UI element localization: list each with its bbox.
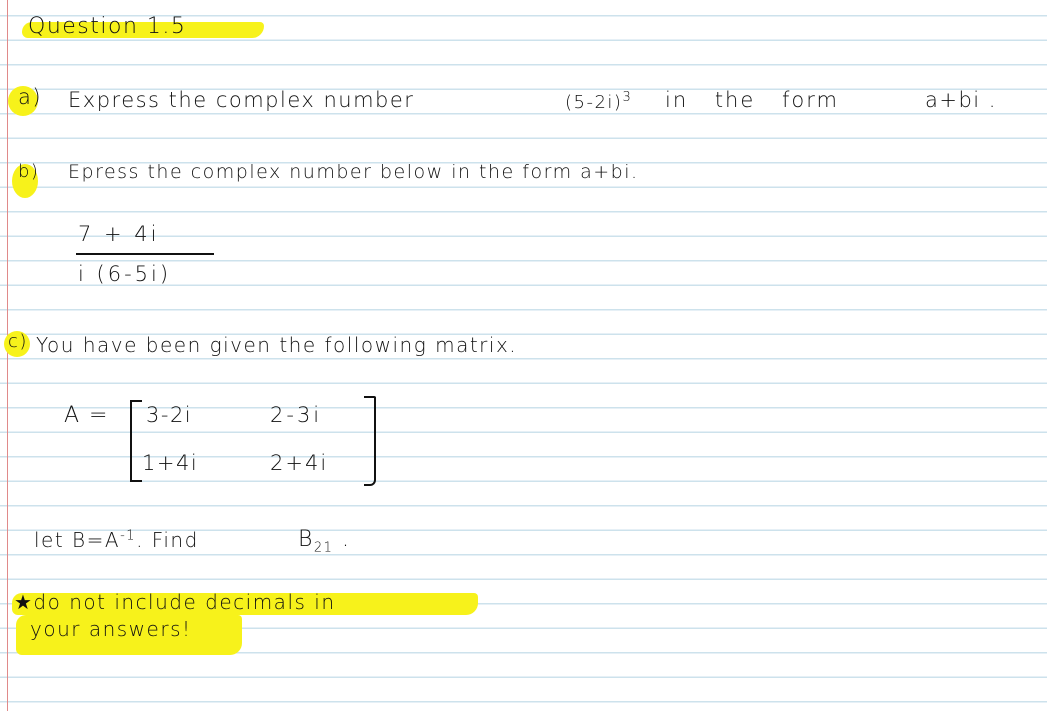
instruction-exponent: -1	[120, 528, 137, 544]
matrix-right-bracket	[364, 396, 376, 486]
part-c-label: c)	[8, 331, 28, 352]
part-a-label: a)	[18, 85, 43, 109]
part-b-label: b)	[18, 161, 40, 182]
part-a-text: Express the complex number	[68, 88, 415, 112]
margin-line	[7, 0, 8, 711]
matrix-left-bracket	[130, 400, 142, 482]
part-b-denominator: i (6-5i)	[78, 262, 172, 286]
matrix-cell-2-1: 1+4i	[142, 451, 199, 475]
fraction-bar	[76, 253, 214, 255]
matrix-cell-2-2: 2+4i	[270, 451, 329, 475]
instruction: let B=A-1. Find	[34, 528, 199, 552]
question-title: Question 1.5	[28, 14, 187, 39]
part-b-numerator: 7 + 4i	[78, 222, 160, 246]
target-letter: B	[298, 527, 314, 552]
target-subscript: 21	[313, 540, 334, 556]
target-entry: B21 .	[298, 527, 350, 555]
part-b-text: Epress the complex number below in the f…	[68, 161, 639, 183]
matrix-cell-1-1: 3-2i	[146, 403, 193, 427]
part-a-text-after: in the form	[665, 88, 839, 112]
part-a-expression-base: (5-2i)	[565, 92, 623, 113]
part-a-form: a+bi .	[925, 88, 997, 112]
instruction-after: . Find	[136, 528, 199, 552]
instruction-before: let B=A	[34, 528, 121, 552]
part-a-expression: (5-2i)3	[565, 90, 632, 113]
note-line2: your answers!	[30, 617, 192, 641]
target-end: .	[333, 527, 351, 552]
part-c-text: You have been given the following matrix…	[36, 333, 518, 357]
note-line1: ★do not include decimals in	[14, 590, 336, 614]
matrix-cell-1-2: 2-3i	[270, 403, 323, 427]
matrix-name: A =	[64, 403, 109, 428]
part-a-expression-exponent: 3	[622, 90, 633, 105]
